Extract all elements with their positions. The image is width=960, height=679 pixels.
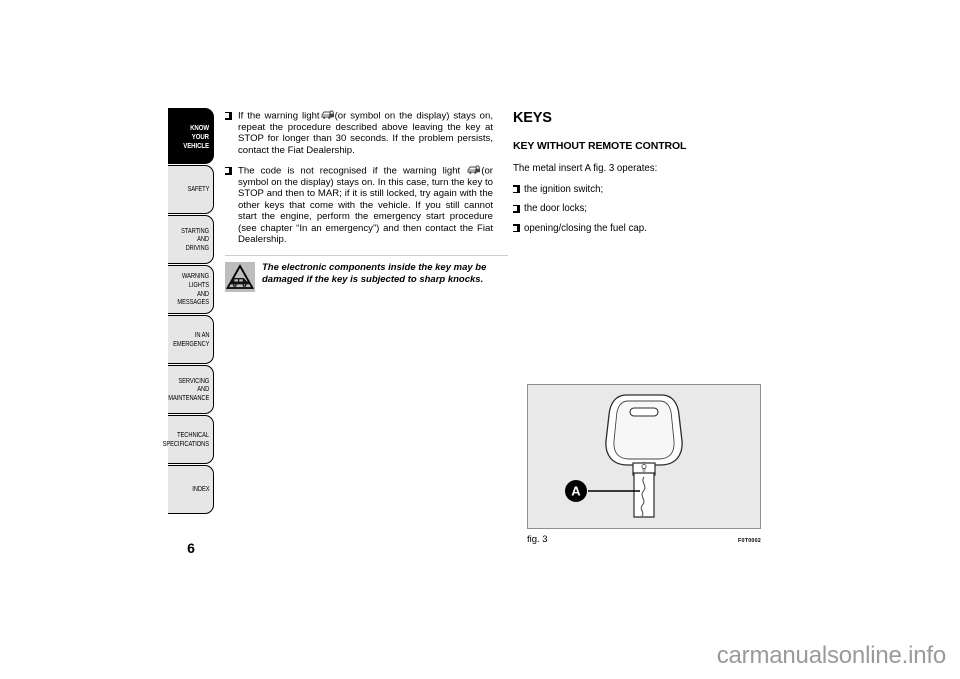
car-lock-immobiliser-icon (467, 165, 481, 175)
right-text-column: KEYS KEY WITHOUT REMOTE CONTROL The meta… (513, 110, 783, 242)
page-title: KEYS (513, 110, 552, 126)
paragraph-code-not-recognised: The code is not recognised if the warnin… (225, 165, 493, 245)
figure-code: F0T0002 (738, 538, 761, 544)
site-watermark: carmanualsonline.info (716, 642, 946, 669)
sidebar-item-safety[interactable]: SAFETY (168, 165, 214, 214)
square-bullet-icon (513, 204, 520, 213)
sidebar-item-label: WARNING LIGHTS AND MESSAGES (177, 271, 209, 307)
sidebar-item-index[interactable]: INDEX (168, 465, 214, 514)
sidebar-item-label: SERVICING AND MAINTENANCE (168, 375, 209, 402)
list-item: opening/closing the fuel cap. (513, 223, 783, 235)
sidebar-item-starting-and-driving[interactable]: STARTING AND DRIVING (168, 215, 214, 264)
list-item-label: the door locks; (524, 203, 588, 214)
svg-text:A: A (571, 484, 581, 499)
sidebar-item-label: KNOW YOUR VEHICLE (183, 122, 209, 150)
sidebar-item-technical-specifications[interactable]: TECHNICAL SPECIFICATIONS (163, 415, 214, 464)
chapter-tab-sidebar: KNOW YOUR VEHICLE SAFETY STARTING AND DR… (163, 108, 214, 515)
sidebar-item-warning-lights-and-messages[interactable]: WARNING LIGHTS AND MESSAGES (168, 265, 214, 314)
list-item-label: the ignition switch; (524, 183, 604, 195)
sidebar-item-label: INDEX (191, 484, 209, 494)
sidebar-item-label: IN AN EMERGENCY (172, 329, 209, 348)
warning-note-text: The electronic components inside the key… (262, 262, 487, 286)
sidebar-item-in-an-emergency[interactable]: IN AN EMERGENCY (168, 315, 214, 364)
list-item-label: opening/closing the fuel cap. (524, 222, 647, 234)
intro-text: The metal insert A fig. 3 operates: (513, 163, 658, 174)
square-bullet-icon (225, 111, 232, 120)
page-number: 6 (187, 540, 195, 556)
sidebar-item-servicing-and-maintenance[interactable]: SERVICING AND MAINTENANCE (168, 365, 214, 414)
square-bullet-icon (225, 166, 232, 175)
sidebar-item-know-your-vehicle[interactable]: KNOW YOUR VEHICLE (168, 108, 214, 164)
section-heading: KEY WITHOUT REMOTE CONTROL (513, 140, 687, 152)
sidebar-item-label: STARTING AND DRIVING (181, 225, 209, 252)
square-bullet-icon (513, 224, 520, 232)
section-divider (225, 255, 508, 257)
list-item: the ignition switch; (513, 184, 783, 196)
figure-label: fig. 3 (527, 534, 548, 545)
paragraph-text-before-icon: If the warning light (238, 110, 320, 122)
paragraph-warning-light-stays-on: If the warning light (or symbol on the di… (225, 110, 493, 156)
paragraph-text-before-icon: The code is not recognised if the warnin… (238, 165, 461, 177)
list-item: the door locks; (513, 203, 783, 215)
square-bullet-icon (513, 185, 520, 193)
car-lock-immobiliser-icon (321, 110, 334, 120)
figure-key-illustration: A (527, 384, 761, 529)
sidebar-item-label: TECHNICAL SPECIFICATIONS (162, 429, 209, 448)
warning-note-block: The electronic components inside the key… (225, 262, 508, 293)
warning-triangle-vehicle-icon (225, 262, 255, 293)
sidebar-item-label: SAFETY (187, 184, 209, 194)
figure-caption: fig. 3 F0T0002 (527, 534, 761, 545)
left-text-column: If the warning light (or symbol on the di… (225, 110, 508, 293)
paragraph-text-after-icon: (or symbol on the display) stays on. In … (238, 165, 493, 246)
